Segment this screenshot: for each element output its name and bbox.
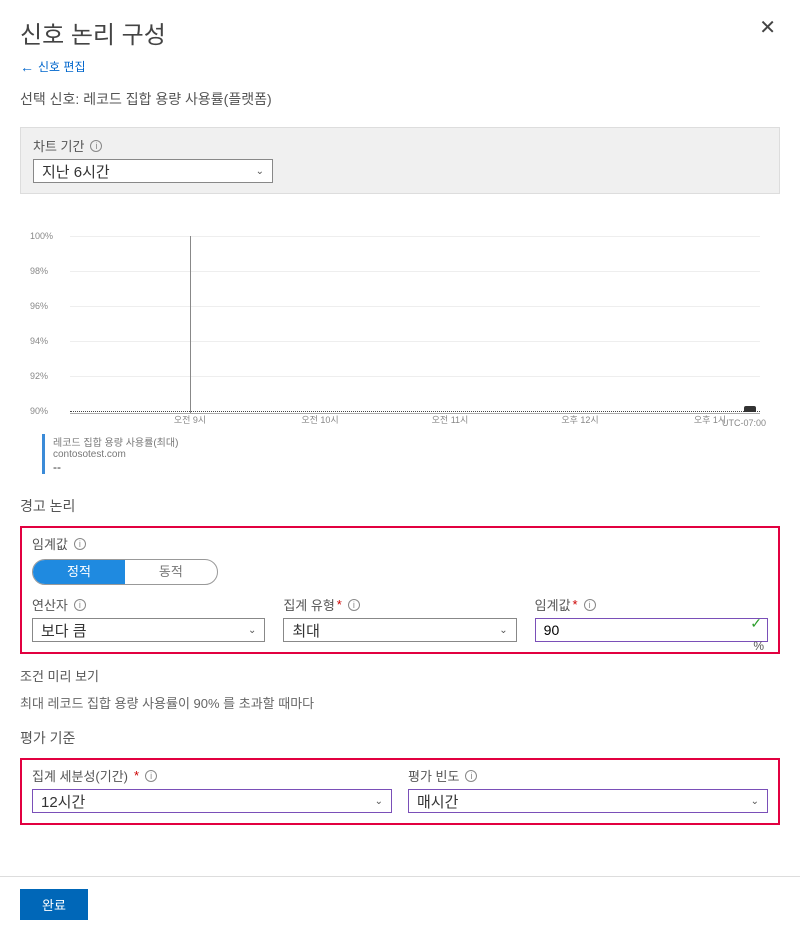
operator-select[interactable]: 보다 큼 ⌄: [32, 618, 265, 642]
chart: 100% 98% 96% 94% 92% 90% 오전 9시 오전 10시 오전…: [30, 226, 770, 426]
legend-resource: contosotest.com: [53, 449, 770, 460]
aggregation-select[interactable]: 최대 ⌄: [283, 618, 516, 642]
info-icon[interactable]: [74, 599, 86, 611]
y-tick: 92%: [30, 371, 48, 381]
aggregation-label: 집계 유형: [283, 595, 334, 614]
chart-period-value: 지난 6시간: [42, 161, 110, 182]
chevron-down-icon: ⌄: [751, 796, 759, 807]
frequency-label: 평가 빈도: [408, 766, 459, 785]
chart-area: 100% 98% 96% 94% 92% 90% 오전 9시 오전 10시 오전…: [20, 198, 780, 480]
frequency-select[interactable]: 매시간 ⌄: [408, 789, 768, 813]
chevron-down-icon: ⌄: [375, 796, 383, 807]
x-tick: 오전 10시: [301, 413, 338, 426]
info-icon[interactable]: [145, 770, 157, 782]
threshold-type-label: 임계값: [32, 534, 68, 553]
chevron-down-icon: ⌄: [499, 625, 507, 636]
granularity-value: 12시간: [41, 791, 85, 812]
y-tick: 100%: [30, 231, 53, 241]
x-tick: 오전 11시: [432, 413, 469, 426]
preview-text: 최대 레코드 집합 용량 사용률이 90% 를 초과할 때마다: [20, 693, 780, 712]
legend-metric: 레코드 집합 용량 사용률(최대): [53, 434, 770, 449]
x-tick: 오후 12시: [561, 413, 598, 426]
chart-legend: 레코드 집합 용량 사용률(최대) contosotest.com --: [42, 434, 770, 474]
operator-value: 보다 큼: [41, 620, 87, 641]
chevron-down-icon: ⌄: [256, 166, 264, 177]
toggle-dynamic[interactable]: 동적: [125, 560, 217, 584]
threshold-value-input-wrap: [535, 618, 768, 642]
info-icon[interactable]: [90, 140, 102, 152]
granularity-select[interactable]: 12시간 ⌄: [32, 789, 392, 813]
chevron-down-icon: ⌄: [248, 625, 256, 636]
threshold-value-input[interactable]: [544, 622, 759, 638]
preview-label: 조건 미리 보기: [20, 666, 780, 685]
check-icon: ✓: [750, 615, 762, 632]
threshold-unit: %: [753, 639, 764, 653]
evaluation-label: 평가 기준: [20, 728, 780, 748]
y-tick: 90%: [30, 406, 48, 416]
aggregation-value: 최대: [292, 620, 320, 641]
info-icon[interactable]: [74, 538, 86, 550]
selected-signal-text: 선택 신호: 레코드 집합 용량 사용률(플랫폼): [20, 89, 780, 109]
frequency-value: 매시간: [417, 791, 458, 812]
alert-logic-box: 임계값 정적 동적 연산자 보다 큼 ⌄ 집계 유형*: [20, 526, 780, 654]
page-title: 신호 논리 구성: [20, 15, 166, 50]
timezone-label: UTC-07:00: [722, 418, 766, 428]
data-point: [744, 406, 756, 412]
legend-value: --: [53, 460, 770, 474]
alert-logic-label: 경고 논리: [20, 496, 780, 516]
y-tick: 98%: [30, 266, 48, 276]
threshold-line: [70, 411, 760, 412]
evaluation-box: 집계 세분성(기간) * 12시간 ⌄ 평가 빈도 매시간 ⌄: [20, 758, 780, 825]
info-icon[interactable]: [584, 599, 596, 611]
close-icon[interactable]: ✕: [755, 15, 780, 40]
granularity-label: 집계 세분성(기간): [32, 766, 128, 785]
operator-label: 연산자: [32, 595, 68, 614]
chart-period-select[interactable]: 지난 6시간 ⌄: [33, 159, 273, 183]
x-tick: 오전 9시: [174, 413, 206, 426]
chart-period-section: 차트 기간 지난 6시간 ⌄: [20, 127, 780, 194]
toggle-static[interactable]: 정적: [33, 560, 125, 584]
info-icon[interactable]: [465, 770, 477, 782]
threshold-value-label: 임계값: [535, 595, 571, 614]
cursor-line: [190, 236, 191, 414]
y-tick: 96%: [30, 301, 48, 311]
y-tick: 94%: [30, 336, 48, 346]
chart-period-label: 차트 기간: [33, 136, 84, 155]
info-icon[interactable]: [348, 599, 360, 611]
footer: 완료: [0, 876, 800, 932]
threshold-type-toggle[interactable]: 정적 동적: [32, 559, 218, 585]
back-link[interactable]: 신호 편집: [20, 58, 86, 75]
done-button[interactable]: 완료: [20, 889, 88, 920]
